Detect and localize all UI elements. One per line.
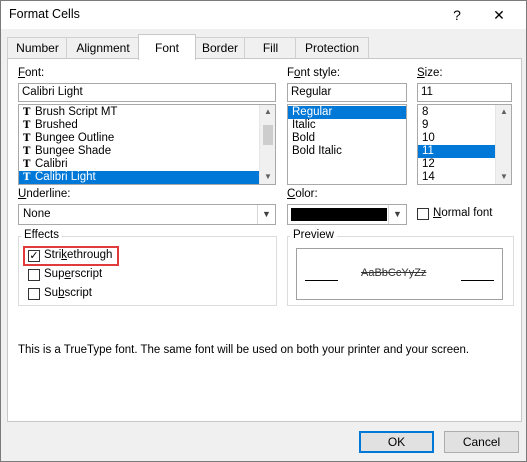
size-input[interactable]: 11	[417, 83, 512, 102]
tab-border[interactable]: Border	[194, 37, 246, 59]
subscript-label[interactable]: Subscript	[44, 287, 92, 299]
font-name-input[interactable]: Calibri Light	[18, 83, 276, 102]
font-list-scrollbar[interactable]: ▲ ▼	[259, 105, 275, 184]
font-list-item[interactable]: T Brush Script MT	[19, 106, 275, 119]
effects-title: Effects	[21, 229, 62, 241]
font-style-input[interactable]: Regular	[287, 83, 407, 102]
font-style-list[interactable]: Regular Italic Bold Bold Italic	[287, 104, 407, 185]
scroll-down-icon[interactable]: ▼	[496, 170, 511, 184]
font-style-item-selected[interactable]: Regular	[288, 106, 406, 119]
dialog-title: Format Cells	[9, 7, 80, 21]
truetype-icon: T	[23, 107, 31, 118]
underline-dropdown[interactable]: None ▼	[18, 204, 276, 225]
truetype-icon: T	[23, 172, 31, 183]
size-label: Size:	[417, 67, 443, 79]
strikethrough-label[interactable]: Strikethrough	[44, 249, 112, 261]
help-button[interactable]: ?	[446, 5, 468, 25]
strikethrough-checkbox[interactable]: ✓	[28, 250, 40, 262]
tab-protection[interactable]: Protection	[295, 37, 369, 59]
underline-label: Underline:	[18, 188, 71, 200]
truetype-icon: T	[23, 159, 31, 170]
preview-box: AaBbCcYyZz	[296, 248, 503, 300]
truetype-info-text: This is a TrueType font. The same font w…	[18, 344, 470, 356]
font-list-item[interactable]: T Bungee Outline	[19, 132, 275, 145]
truetype-icon: T	[23, 120, 31, 131]
font-style-item[interactable]: Bold	[288, 132, 406, 145]
chevron-down-icon[interactable]: ▼	[257, 205, 275, 224]
font-list-item[interactable]: T Calibri	[19, 158, 275, 171]
truetype-icon: T	[23, 133, 31, 144]
scroll-down-icon[interactable]: ▼	[260, 170, 275, 184]
format-cells-dialog: Format Cells ? ✕ Number Alignment Font B…	[0, 0, 527, 462]
chevron-down-icon[interactable]: ▼	[388, 205, 406, 224]
color-swatch	[291, 208, 387, 221]
size-list-scrollbar[interactable]: ▲ ▼	[495, 105, 511, 184]
scroll-thumb[interactable]	[263, 125, 273, 145]
normal-font-checkbox[interactable]	[417, 208, 429, 220]
ok-button[interactable]: OK	[359, 431, 434, 453]
tab-number[interactable]: Number	[7, 37, 68, 59]
close-button[interactable]: ✕	[488, 5, 510, 25]
scroll-up-icon[interactable]: ▲	[260, 105, 275, 119]
font-label: Font:	[18, 67, 45, 79]
font-list-item[interactable]: T Bungee Shade	[19, 145, 275, 158]
font-list-item[interactable]: T Brushed	[19, 119, 275, 132]
scroll-up-icon[interactable]: ▲	[496, 105, 511, 119]
superscript-checkbox[interactable]	[28, 269, 40, 281]
font-style-label: Font style:	[287, 67, 341, 79]
preview-baseline-left	[305, 280, 338, 281]
subscript-checkbox[interactable]	[28, 288, 40, 300]
cancel-button[interactable]: Cancel	[444, 431, 519, 453]
superscript-label[interactable]: Superscript	[44, 268, 102, 280]
underline-value: None	[23, 208, 51, 220]
tab-fill[interactable]: Fill	[244, 37, 297, 59]
normal-font-label[interactable]: Normal font	[433, 207, 492, 219]
preview-title: Preview	[290, 229, 337, 241]
title-bar[interactable]: Format Cells ? ✕	[1, 1, 526, 29]
color-picker[interactable]: ▼	[287, 204, 407, 225]
preview-sample-text: AaBbCcYyZz	[361, 267, 427, 279]
tab-alignment[interactable]: Alignment	[66, 37, 140, 59]
font-style-item[interactable]: Bold Italic	[288, 145, 406, 158]
tab-font[interactable]: Font	[138, 34, 196, 60]
size-list[interactable]: 8 9 10 11 12 14 ▲ ▼	[417, 104, 512, 185]
font-list[interactable]: T Brush Script MT T Brushed T Bungee Outlin…	[18, 104, 276, 185]
font-tab-panel: Font: Calibri Light T Brush Script MT T Br…	[7, 58, 522, 422]
size-item-selected[interactable]: 11	[418, 145, 495, 158]
truetype-icon: T	[23, 146, 31, 157]
font-list-item-selected[interactable]: T Calibri Light	[19, 171, 275, 184]
color-label: Color:	[287, 188, 318, 200]
font-style-item[interactable]: Italic	[288, 119, 406, 132]
preview-baseline-right	[461, 280, 494, 281]
